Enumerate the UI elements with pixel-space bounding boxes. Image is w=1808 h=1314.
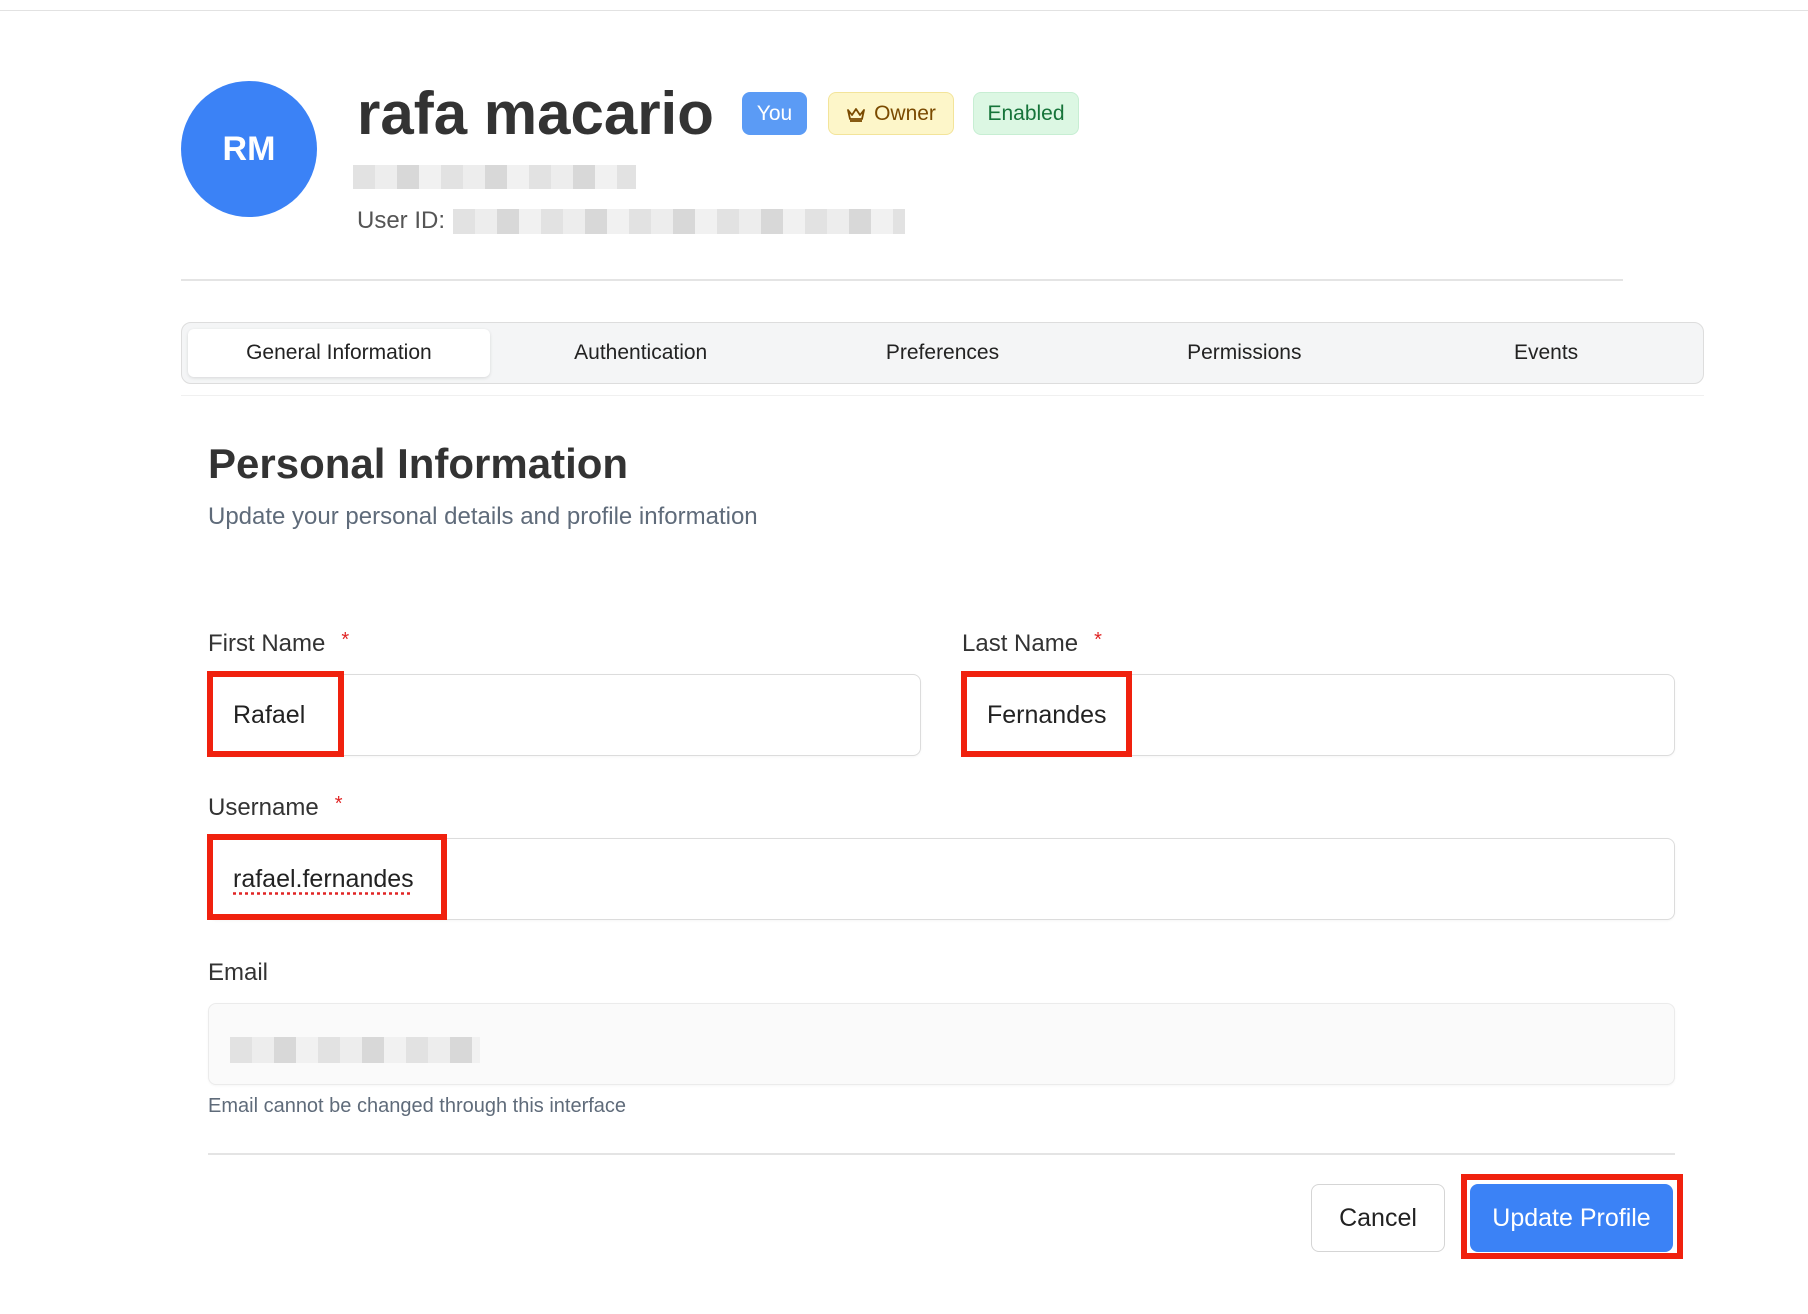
you-badge-label: You — [756, 101, 793, 125]
owner-badge-label: Owner — [874, 101, 936, 125]
redacted-email-value — [230, 1037, 480, 1063]
you-badge: You — [742, 92, 807, 135]
page-title: rafa macario — [357, 80, 714, 147]
first-name-label-text: First Name — [208, 630, 326, 657]
required-mark: * — [341, 629, 350, 651]
tab-authentication[interactable]: Authentication — [490, 329, 792, 377]
status-badge: Enabled — [973, 92, 1079, 135]
redacted-user-id — [453, 208, 906, 234]
username-label: Username * — [208, 794, 343, 822]
section-subtitle: Update your personal details and profile… — [208, 503, 758, 530]
required-mark: * — [334, 793, 343, 815]
tabs-divider — [181, 395, 1704, 396]
form-divider — [208, 1153, 1675, 1155]
first-name-value: Rafael — [233, 700, 306, 729]
header-divider — [181, 279, 1623, 281]
tab-events[interactable]: Events — [1395, 329, 1697, 377]
cancel-button[interactable]: Cancel — [1311, 1184, 1445, 1252]
top-divider — [0, 10, 1808, 11]
first-name-label: First Name * — [208, 630, 349, 658]
username-value: rafael.fernandes — [233, 864, 414, 893]
last-name-label: Last Name * — [962, 630, 1102, 658]
status-badge-label: Enabled — [987, 101, 1065, 125]
email-label: Email — [208, 959, 268, 987]
username-field[interactable]: rafael.fernandes — [208, 838, 1675, 920]
user-id-label: User ID: — [357, 207, 446, 234]
tab-bar: General Information Authentication Prefe… — [181, 322, 1704, 384]
section-title: Personal Information — [208, 440, 629, 487]
crown-icon — [847, 107, 865, 122]
last-name-value: Fernandes — [987, 700, 1107, 729]
required-mark: * — [1094, 629, 1102, 651]
last-name-label-text: Last Name — [962, 630, 1079, 657]
email-helper-text: Email cannot be changed through this int… — [208, 1095, 627, 1117]
tab-permissions[interactable]: Permissions — [1093, 329, 1395, 377]
owner-badge: Owner — [828, 92, 954, 135]
first-name-field[interactable]: Rafael — [208, 674, 921, 756]
tab-general-information[interactable]: General Information — [188, 329, 490, 377]
redacted-email — [353, 165, 636, 189]
avatar: RM — [181, 81, 317, 217]
user-id-row: User ID: — [357, 207, 906, 235]
email-label-text: Email — [208, 959, 269, 986]
update-profile-button[interactable]: Update Profile — [1470, 1184, 1673, 1252]
username-label-text: Username — [208, 794, 319, 821]
last-name-field[interactable]: Fernandes — [962, 674, 1675, 756]
tab-preferences[interactable]: Preferences — [792, 329, 1094, 377]
